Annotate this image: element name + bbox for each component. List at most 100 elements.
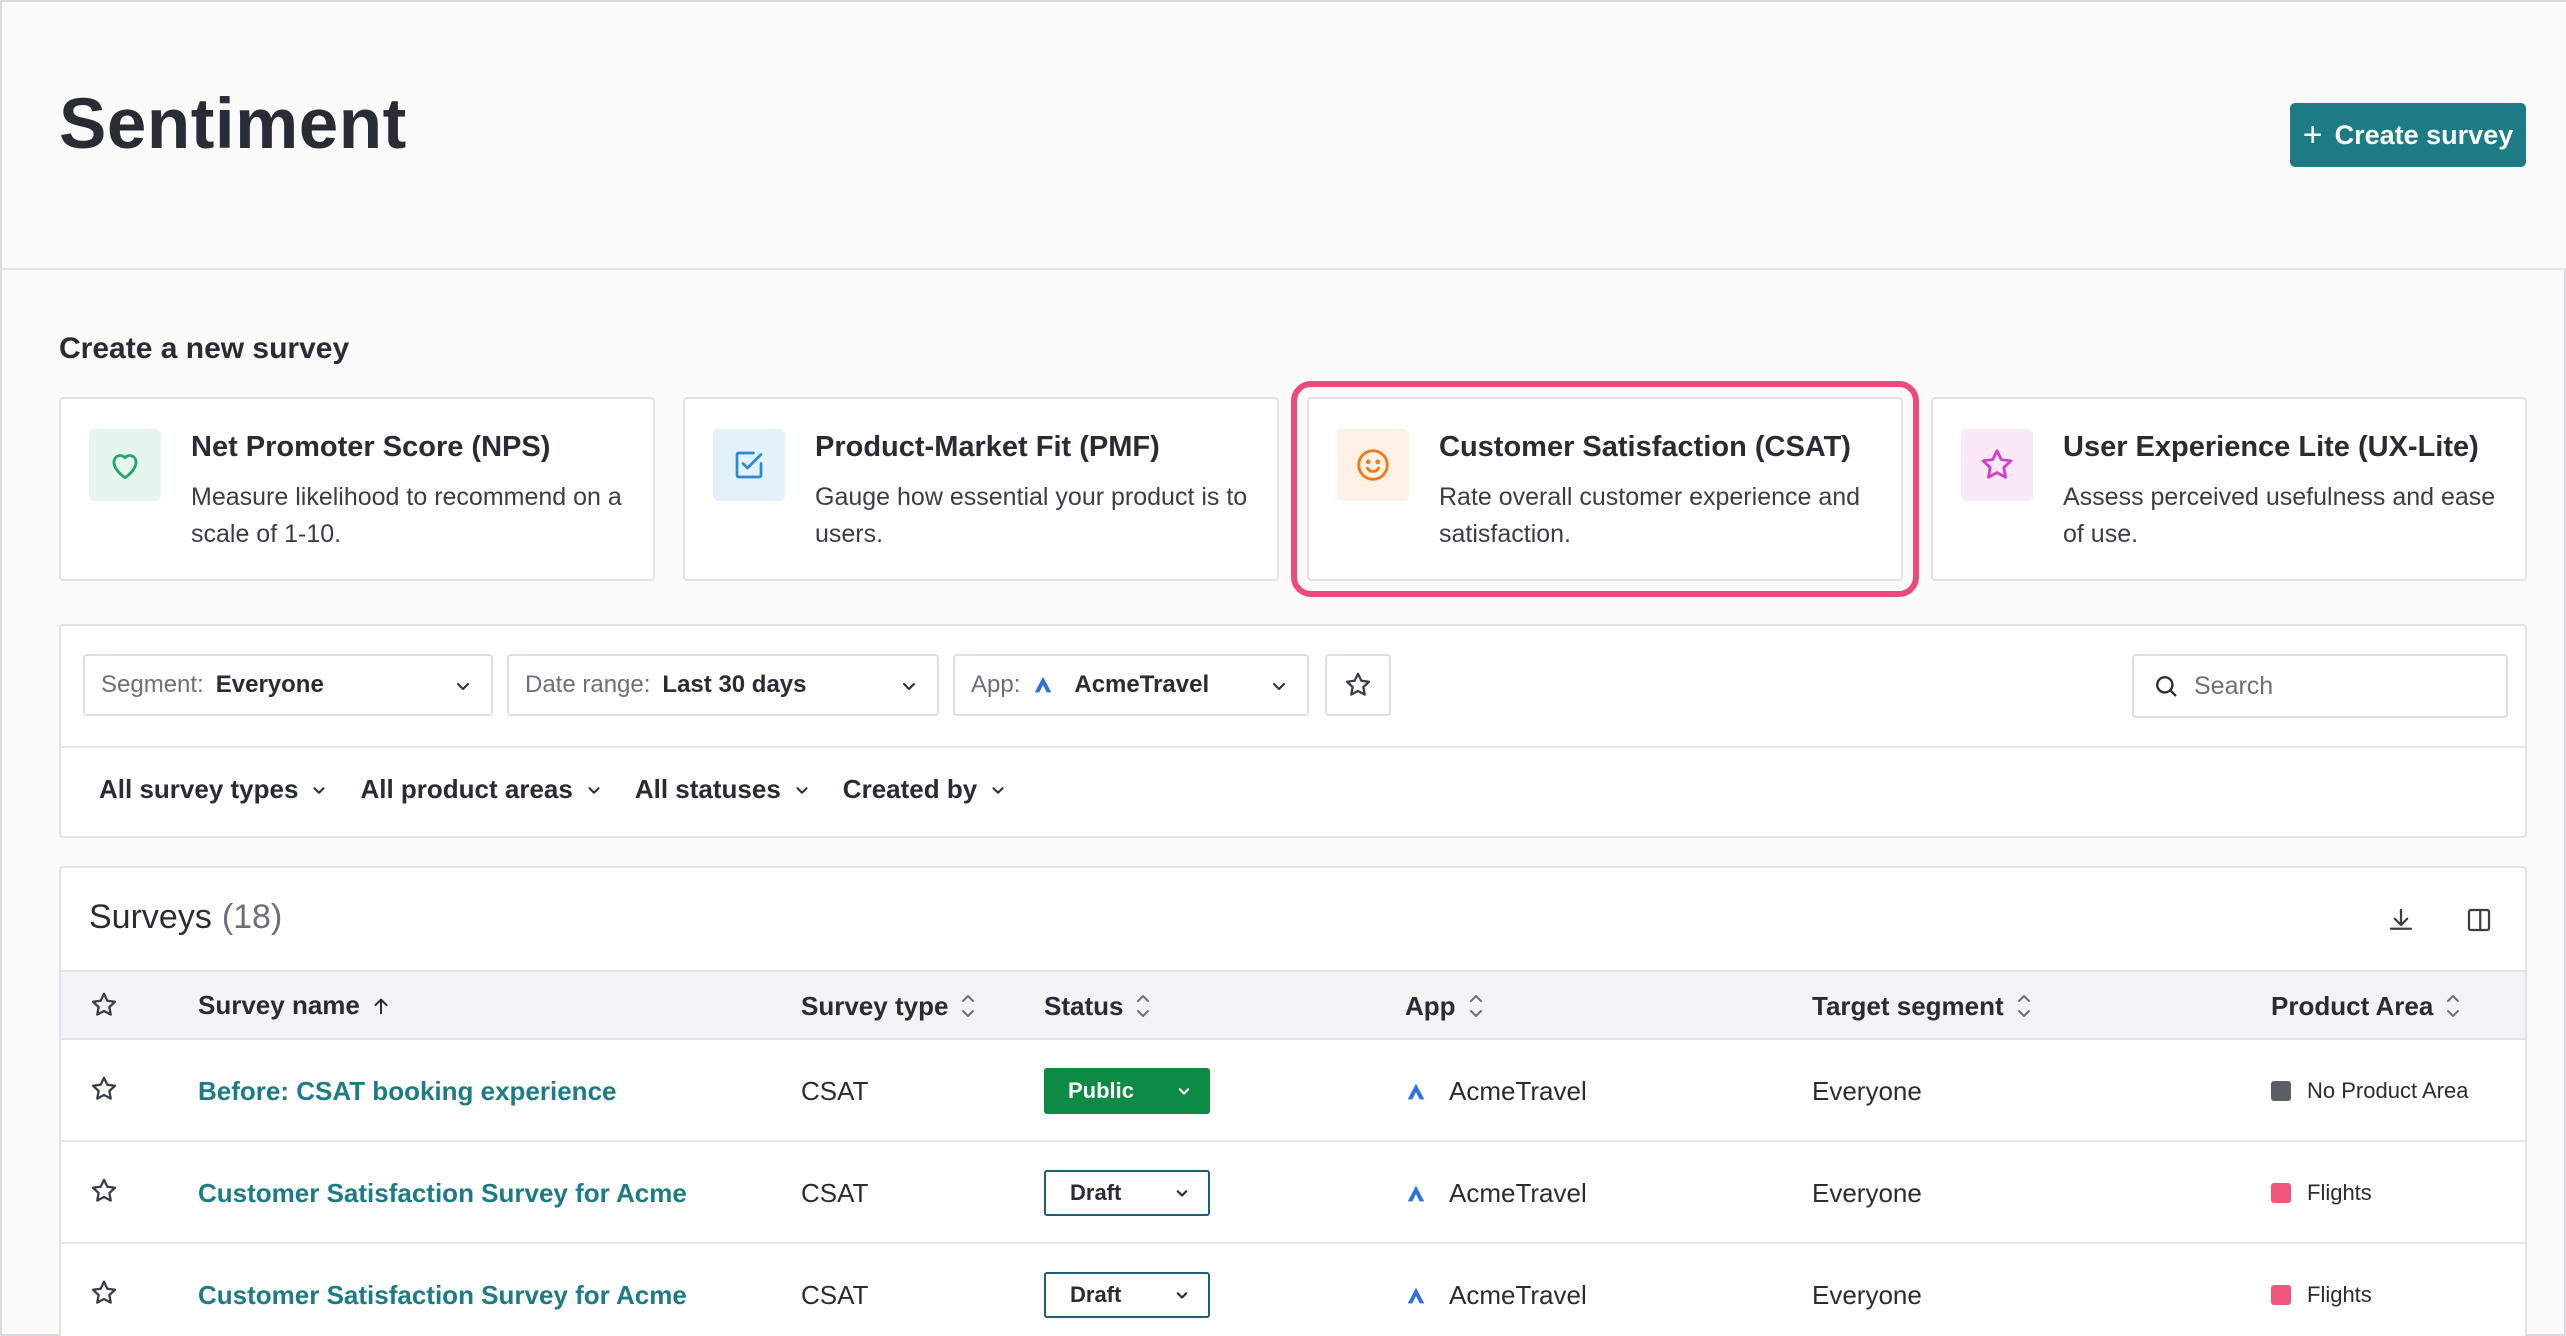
table-header: Survey name Survey type Status App Targe…: [61, 970, 2525, 1040]
survey-type-cell: CSAT: [801, 1280, 869, 1310]
column-target-segment-label: Target segment: [1812, 990, 2004, 1021]
status-label: Draft: [1070, 1180, 1122, 1205]
app-logo-icon: [1407, 1185, 1425, 1201]
favorite-star-icon[interactable]: [89, 1074, 119, 1111]
status-filter[interactable]: All statuses: [635, 774, 813, 805]
segment-label: Segment:: [101, 671, 204, 698]
status-dropdown[interactable]: Public: [1044, 1068, 1210, 1114]
date-range-value: Last 30 days: [662, 671, 807, 698]
heart-icon: [89, 429, 161, 501]
product-area-cell: Flights: [2271, 1180, 2372, 1206]
chevron-down-icon: [992, 786, 1004, 794]
created-by-filter-label: Created by: [842, 774, 978, 804]
area-color-swatch: [2271, 1285, 2291, 1305]
app-label: App:: [971, 671, 1021, 698]
column-app-label: App: [1405, 990, 1456, 1021]
search-box[interactable]: [2132, 654, 2508, 718]
columns-icon[interactable]: [2461, 902, 2497, 938]
table-row: Before: CSAT booking experience CSAT Pub…: [61, 1042, 2525, 1142]
survey-type-filter[interactable]: All survey types: [99, 774, 330, 805]
chevron-down-icon: [1273, 683, 1285, 690]
sort-icon: [1137, 995, 1150, 1017]
app-cell: AcmeTravel: [1405, 1280, 1587, 1311]
sort-icon: [1469, 995, 1482, 1017]
status-label: Draft: [1070, 1282, 1122, 1307]
app-dropdown[interactable]: App: AcmeTravel: [953, 654, 1309, 716]
create-survey-button[interactable]: + Create survey: [2290, 103, 2526, 167]
favorite-star-icon[interactable]: [89, 1176, 119, 1213]
product-area-cell: Flights: [2271, 1282, 2372, 1308]
surveys-table: Surveys (18) Survey name Survey type Stat…: [59, 866, 2527, 1336]
checkbox-icon: [713, 429, 785, 501]
app-name: AcmeTravel: [1449, 1178, 1587, 1208]
app-name: AcmeTravel: [1449, 1076, 1587, 1106]
chevron-down-icon: [1176, 1190, 1188, 1197]
created-by-filter[interactable]: Created by: [843, 774, 1009, 805]
star-icon: [1961, 429, 2033, 501]
card-title: Product-Market Fit (PMF): [815, 431, 1160, 463]
column-survey-type-label: Survey type: [801, 990, 949, 1021]
survey-count: (18): [221, 898, 283, 936]
chevron-down-icon: [457, 683, 469, 690]
column-survey-name[interactable]: Survey name: [198, 990, 392, 1021]
product-area-cell: No Product Area: [2271, 1078, 2468, 1104]
table-row: Customer Satisfaction Survey for Acme CS…: [61, 1246, 2525, 1336]
status-filter-label: All statuses: [634, 774, 781, 804]
smiley-icon: [1337, 429, 1409, 501]
table-row: Customer Satisfaction Survey for Acme CS…: [61, 1144, 2525, 1244]
date-range-dropdown[interactable]: Date range: Last 30 days: [507, 654, 939, 716]
header-star-icon[interactable]: [89, 990, 119, 1020]
survey-type-cell: CSAT: [801, 1178, 869, 1208]
product-area-filter[interactable]: All product areas: [360, 774, 604, 805]
column-product-area[interactable]: Product Area: [2271, 990, 2463, 1022]
search-input[interactable]: [2194, 671, 2494, 701]
column-status-label: Status: [1044, 990, 1124, 1021]
create-survey-label: Create survey: [2334, 119, 2514, 150]
star-icon: [1345, 672, 1371, 696]
app-cell: AcmeTravel: [1405, 1178, 1587, 1209]
status-dropdown[interactable]: Draft: [1044, 1272, 1210, 1318]
column-survey-type[interactable]: Survey type: [801, 990, 978, 1022]
column-product-area-label: Product Area: [2271, 990, 2434, 1021]
favorite-star-icon[interactable]: [89, 1278, 119, 1315]
segment-value: Everyone: [215, 671, 324, 698]
table-title-text: Surveys: [89, 898, 212, 936]
chevron-down-icon: [588, 786, 600, 794]
column-status[interactable]: Status: [1044, 990, 1153, 1022]
target-segment-cell: Everyone: [1812, 1178, 1922, 1208]
sort-icon: [2447, 995, 2460, 1017]
card-title: Customer Satisfaction (CSAT): [1439, 431, 1851, 463]
chevron-down-icon: [313, 786, 326, 794]
app-frame: Sentiment + Create survey Create a new s…: [0, 0, 2566, 1336]
product-area-label: No Product Area: [2307, 1078, 2469, 1103]
date-range-label: Date range:: [525, 671, 651, 698]
card-description: Assess perceived usefulness and ease of …: [2063, 483, 2496, 548]
area-color-swatch: [2271, 1081, 2291, 1101]
app-logo-icon: [1035, 676, 1052, 693]
card-title: User Experience Lite (UX-Lite): [2063, 431, 2479, 463]
chevron-down-icon: [796, 786, 808, 794]
page-title: Sentiment: [59, 85, 407, 164]
sort-ascending-icon: [374, 998, 388, 1014]
product-area-label: Flights: [2307, 1282, 2372, 1307]
column-survey-name-label: Survey name: [198, 990, 360, 1020]
app-logo-icon: [1407, 1287, 1425, 1303]
card-title: Net Promoter Score (NPS): [191, 431, 551, 463]
app-cell: AcmeTravel: [1405, 1076, 1587, 1107]
template-card-nps[interactable]: Net Promoter Score (NPS) Measure likelih…: [59, 397, 655, 581]
survey-name-link[interactable]: Customer Satisfaction Survey for Acme: [198, 1280, 687, 1311]
area-color-swatch: [2271, 1183, 2291, 1203]
survey-name-link[interactable]: Customer Satisfaction Survey for Acme: [198, 1178, 687, 1209]
template-card-ux-lite[interactable]: User Experience Lite (UX-Lite) Assess pe…: [1931, 397, 2527, 581]
download-icon[interactable]: [2383, 902, 2419, 938]
segment-dropdown[interactable]: Segment: Everyone: [83, 654, 493, 716]
template-card-csat[interactable]: Customer Satisfaction (CSAT) Rate overal…: [1291, 381, 1919, 597]
product-area-filter-label: All product areas: [360, 774, 573, 804]
column-target-segment[interactable]: Target segment: [1812, 990, 2034, 1022]
favorite-filter-button[interactable]: [1325, 654, 1391, 716]
status-dropdown[interactable]: Draft: [1044, 1170, 1210, 1216]
sort-icon: [2017, 995, 2030, 1017]
column-app[interactable]: App: [1405, 990, 1486, 1022]
template-card-pmf[interactable]: Product-Market Fit (PMF) Gauge how essen…: [683, 397, 1279, 581]
survey-name-link[interactable]: Before: CSAT booking experience: [198, 1076, 617, 1107]
